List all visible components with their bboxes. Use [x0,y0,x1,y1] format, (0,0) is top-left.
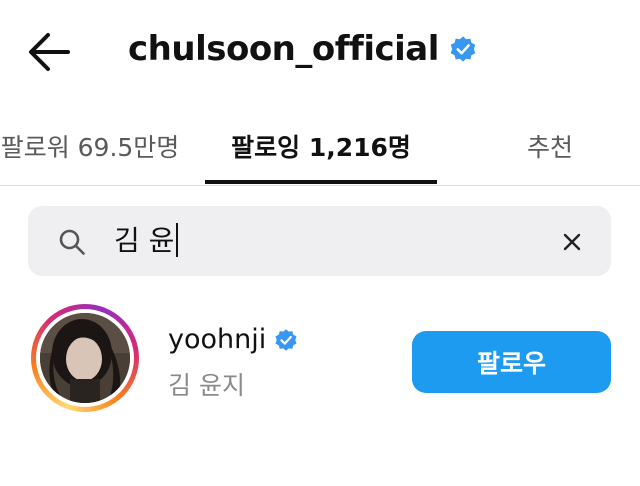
story-ring[interactable] [31,304,139,412]
clear-search-button[interactable] [560,230,584,254]
result-username[interactable]: yoohnji [168,324,266,355]
tab-suggested[interactable]: 추천 [480,110,620,182]
search-input-value: 김 윤 [114,206,179,276]
verified-badge-icon [450,36,476,62]
profile-username-title: chulsoon_official [128,29,439,69]
search-input[interactable]: 김 윤 [28,206,611,276]
tab-following[interactable]: 팔로잉 1,216명 [205,110,437,182]
tab-followers[interactable]: 팔로워 69.5만명 [0,110,200,182]
back-button[interactable] [26,30,72,74]
top-bar: chulsoon_official [0,0,640,100]
follow-button[interactable]: 팔로우 [412,331,611,393]
result-full-name: 김 윤지 [168,371,245,400]
close-icon [563,233,581,251]
text-caret [176,223,179,257]
avatar [40,313,130,403]
arrow-left-icon [29,33,70,71]
follow-tabs: 팔로워 69.5만명 팔로잉 1,216명 추천 [0,110,640,186]
list-item[interactable]: yoohnji 김 윤지 팔로우 [0,300,640,420]
verified-badge-icon [275,328,297,351]
tabs-divider [0,185,640,186]
active-tab-indicator [205,180,437,184]
search-icon [59,229,85,255]
